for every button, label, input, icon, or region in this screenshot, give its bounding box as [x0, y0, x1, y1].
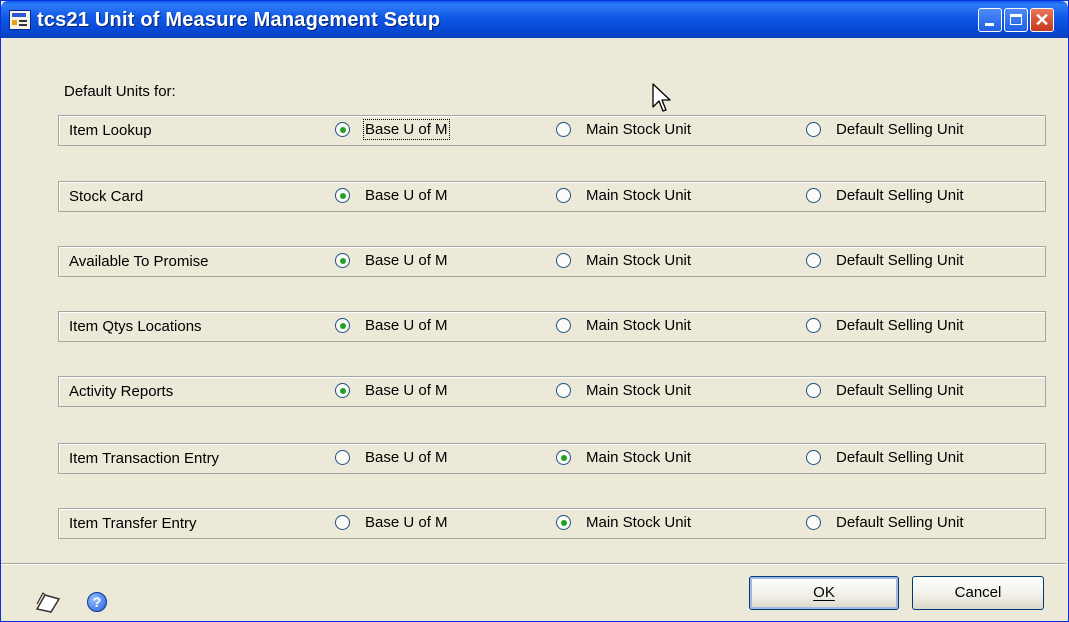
radio-label[interactable]: Default Selling Unit [836, 252, 964, 269]
radio-button[interactable] [556, 515, 571, 530]
row-label: Item Lookup [69, 122, 152, 139]
radio-button[interactable] [556, 383, 571, 398]
maximize-button[interactable] [1004, 8, 1028, 32]
section-label: Default Units for: [64, 83, 176, 100]
maximize-icon [1010, 14, 1022, 25]
radio-label[interactable]: Default Selling Unit [836, 382, 964, 399]
radio-label[interactable]: Default Selling Unit [836, 187, 964, 204]
radio-button[interactable] [556, 253, 571, 268]
note-icon[interactable] [34, 591, 62, 613]
radio-button[interactable] [335, 188, 350, 203]
radio-dot [560, 454, 567, 461]
help-icon[interactable]: ? [87, 592, 107, 612]
radio-label[interactable]: Base U of M [365, 382, 448, 399]
close-button[interactable]: ✕ [1030, 8, 1054, 32]
radio-button[interactable] [335, 122, 350, 137]
ok-button-label: OK [813, 584, 835, 601]
radio-label[interactable]: Main Stock Unit [586, 514, 691, 531]
radio-button[interactable] [806, 515, 821, 530]
footer-separator [1, 563, 1066, 565]
radio-label[interactable]: Base U of M [365, 514, 448, 531]
mouse-cursor-icon [652, 83, 671, 112]
radio-dot [339, 192, 346, 199]
radio-label[interactable]: Base U of M [365, 252, 448, 269]
radio-label[interactable]: Default Selling Unit [836, 514, 964, 531]
row-label: Stock Card [69, 188, 144, 205]
radio-button[interactable] [806, 318, 821, 333]
cancel-button-label: Cancel [954, 584, 1002, 601]
radio-dot [339, 387, 346, 394]
option-row: Available To Promise Base U of M Main Stoc… [58, 246, 1046, 277]
radio-label[interactable]: Default Selling Unit [836, 317, 964, 334]
radio-label[interactable]: Base U of M [363, 119, 450, 140]
option-row: Item Qtys Locations Base U of M Main Stock… [58, 311, 1046, 342]
radio-button[interactable] [556, 318, 571, 333]
option-row: Activity Reports Base U of M Main Stock Un… [58, 376, 1046, 407]
option-row: Item Transaction Entry Base U of M Main St… [58, 443, 1046, 474]
radio-button[interactable] [556, 188, 571, 203]
minimize-button[interactable] [978, 8, 1002, 32]
radio-button[interactable] [335, 515, 350, 530]
option-row: Stock Card Base U of M Main Stock Unit Defa… [58, 181, 1046, 212]
radio-label[interactable]: Main Stock Unit [586, 317, 691, 334]
close-icon: ✕ [1034, 10, 1050, 30]
row-label: Item Transaction Entry [69, 450, 220, 467]
radio-label[interactable]: Base U of M [365, 187, 448, 204]
radio-button[interactable] [335, 318, 350, 333]
window-title: tcs21 Unit of Measure Management Setup [37, 9, 441, 31]
row-label: Activity Reports [69, 383, 174, 400]
radio-label[interactable]: Base U of M [365, 449, 448, 466]
option-row: Item Transfer Entry Base U of M Main Stock… [58, 508, 1046, 539]
form-icon [9, 10, 31, 30]
cancel-button[interactable]: Cancel [912, 576, 1044, 610]
radio-label[interactable]: Main Stock Unit [586, 187, 691, 204]
radio-label[interactable]: Main Stock Unit [586, 449, 691, 466]
radio-dot [339, 322, 346, 329]
radio-dot [339, 257, 346, 264]
radio-button[interactable] [335, 253, 350, 268]
option-row: Item Lookup Base U of M Main Stock Unit Def… [58, 115, 1046, 146]
radio-button[interactable] [806, 122, 821, 137]
radio-label[interactable]: Main Stock Unit [586, 382, 691, 399]
radio-button[interactable] [806, 450, 821, 465]
radio-label[interactable]: Main Stock Unit [586, 121, 691, 138]
radio-dot [560, 519, 567, 526]
radio-button[interactable] [335, 450, 350, 465]
radio-label[interactable]: Default Selling Unit [836, 121, 964, 138]
radio-button[interactable] [806, 253, 821, 268]
title-bar[interactable]: tcs21 Unit of Measure Management Setup ✕ [1, 1, 1068, 38]
radio-dot [339, 126, 346, 133]
radio-button[interactable] [806, 383, 821, 398]
radio-label[interactable]: Main Stock Unit [586, 252, 691, 269]
radio-button[interactable] [806, 188, 821, 203]
radio-button[interactable] [556, 450, 571, 465]
radio-button[interactable] [335, 383, 350, 398]
radio-button[interactable] [556, 122, 571, 137]
minimize-icon [985, 23, 994, 26]
row-label: Item Qtys Locations [69, 318, 202, 335]
row-label: Item Transfer Entry [69, 515, 197, 532]
radio-label[interactable]: Base U of M [365, 317, 448, 334]
radio-label[interactable]: Default Selling Unit [836, 449, 964, 466]
ok-button[interactable]: OK [749, 576, 899, 610]
row-label: Available To Promise [69, 253, 209, 270]
